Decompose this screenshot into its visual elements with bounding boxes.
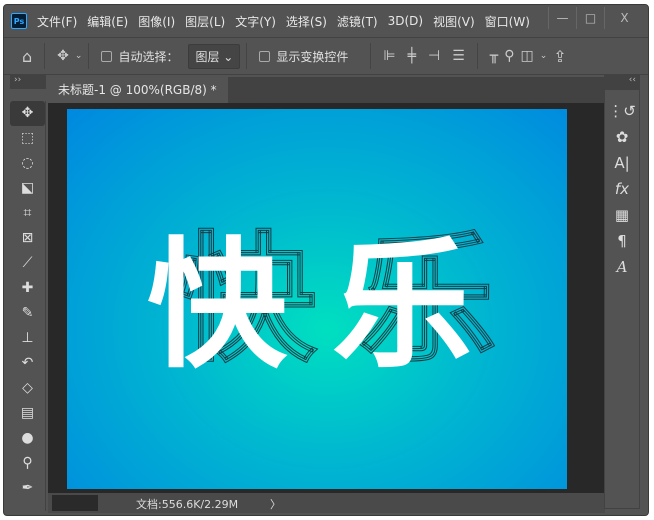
divider <box>370 43 372 69</box>
chevron-down-icon[interactable]: ⌄ <box>540 51 548 61</box>
fx-icon[interactable]: fx <box>605 176 639 202</box>
blur-tool-icon[interactable]: ● <box>10 426 45 451</box>
status-arrow[interactable]: 〉 <box>270 496 281 512</box>
move-tool-icon[interactable]: ✥ <box>10 101 45 126</box>
align-center-icon[interactable]: ╪ <box>408 48 416 64</box>
paragraph-icon[interactable]: ¶ <box>605 228 639 254</box>
options-bar: ⌂ ✥ ⌄ 自动选择： 图层 ⌄ 显示变换控件 ⊫ ╪ ⊣ ☰ ╥ ⚲ ◫ ⌄ … <box>4 37 648 75</box>
share-icon[interactable]: ⇪ <box>553 47 566 66</box>
auto-select-checkbox[interactable] <box>101 50 113 62</box>
canvas-area[interactable]: 快 乐 快 乐 <box>48 103 605 493</box>
zoom-field[interactable] <box>52 495 98 511</box>
history-brush-tool-icon[interactable]: ↶ <box>10 351 45 376</box>
layer-select-value: 图层 <box>195 49 220 64</box>
object-select-tool-icon[interactable]: ⬕ <box>10 176 45 201</box>
photoshop-window: Ps 文件(F) 编辑(E) 图像(I) 图层(L) 文字(Y) 选择(S) 滤… <box>3 4 649 516</box>
character-icon[interactable]: A| <box>605 150 639 176</box>
healing-tool-icon[interactable]: ✚ <box>10 276 45 301</box>
dodge-tool-icon[interactable]: ⚲ <box>10 451 45 476</box>
menu-image[interactable]: 图像(I) <box>138 13 175 30</box>
menu-view[interactable]: 视图(V) <box>433 13 475 30</box>
distribute-icon[interactable]: ☰ <box>452 48 465 64</box>
doc-info[interactable]: 文档:556.6K/2.29M <box>136 496 238 512</box>
layer-select-dropdown[interactable]: 图层 ⌄ <box>188 43 241 69</box>
status-bar: 文档:556.6K/2.29M 〉 <box>48 493 605 513</box>
left-collapse[interactable]: ›› <box>10 75 46 89</box>
divider <box>246 43 248 69</box>
right-panel-dock: ⋮↺ ✿ A| fx ▦ ¶ A <box>604 89 640 509</box>
eyedropper-tool-icon[interactable]: ⟋ <box>10 251 45 276</box>
move-tool-icon[interactable]: ✥ <box>57 48 69 64</box>
align-left-icon[interactable]: ⊫ <box>383 48 395 64</box>
swatches-icon[interactable]: ▦ <box>605 202 639 228</box>
gradient-tool-icon[interactable]: ▤ <box>10 401 45 426</box>
tab-title: 未标题-1 @ 100%(RGB/8) * <box>58 83 217 97</box>
search-icon[interactable]: ⚲ <box>504 48 514 64</box>
pen-tool-icon[interactable]: ✒ <box>10 476 45 501</box>
marquee-tool-icon[interactable]: ⬚ <box>10 126 45 151</box>
show-transform-label: 显示变换控件 <box>276 49 349 64</box>
chevron-down-icon[interactable]: ⌄ <box>75 51 83 61</box>
tools-panel: ✥ ⬚ ◌ ⬕ ⌗ ⊠ ⟋ ✚ ✎ ⊥ ↶ ◇ ▤ ● ⚲ ✒ <box>10 101 46 511</box>
right-collapse[interactable]: ‹‹ <box>604 75 640 89</box>
menu-file[interactable]: 文件(F) <box>37 13 77 30</box>
maximize-button[interactable]: □ <box>576 7 604 29</box>
show-transform-checkbox[interactable] <box>259 50 271 62</box>
document-tab[interactable]: 未标题-1 @ 100%(RGB/8) * × <box>48 77 228 123</box>
menu-filter[interactable]: 滤镜(T) <box>337 13 378 30</box>
canvas-text: 乐 <box>332 225 473 388</box>
menu-bar: Ps 文件(F) 编辑(E) 图像(I) 图层(L) 文字(Y) 选择(S) 滤… <box>4 5 648 37</box>
menu-3d[interactable]: 3D(D) <box>388 14 423 28</box>
history-icon[interactable]: ⋮↺ <box>605 98 639 124</box>
menu-edit[interactable]: 编辑(E) <box>87 13 128 30</box>
workspace-icon[interactable]: ◫ <box>520 48 533 64</box>
divider <box>476 43 478 69</box>
lasso-tool-icon[interactable]: ◌ <box>10 151 45 176</box>
ps-logo: Ps <box>11 13 27 29</box>
align-top-icon[interactable]: ╥ <box>490 48 498 64</box>
stamp-tool-icon[interactable]: ⊥ <box>10 326 45 351</box>
minimize-button[interactable]: — <box>548 7 576 29</box>
menu-window[interactable]: 窗口(W) <box>485 13 530 30</box>
auto-select-label: 自动选择： <box>118 49 179 64</box>
crop-tool-icon[interactable]: ⌗ <box>10 201 45 226</box>
canvas-image[interactable]: 快 乐 快 乐 <box>67 109 567 489</box>
menu-select[interactable]: 选择(S) <box>286 13 327 30</box>
menu-type[interactable]: 文字(Y) <box>235 13 276 30</box>
close-button[interactable]: X <box>604 7 644 29</box>
canvas-text: 快 <box>147 225 288 388</box>
align-right-icon[interactable]: ⊣ <box>428 48 440 64</box>
brush-tool-icon[interactable]: ✎ <box>10 301 45 326</box>
document-tabs: 未标题-1 @ 100%(RGB/8) * × <box>48 77 605 123</box>
glyphs-icon[interactable]: A <box>605 254 639 280</box>
divider <box>44 43 46 69</box>
eraser-tool-icon[interactable]: ◇ <box>10 376 45 401</box>
menu-layer[interactable]: 图层(L) <box>185 13 225 30</box>
frame-tool-icon[interactable]: ⊠ <box>10 226 45 251</box>
divider <box>88 43 90 69</box>
color-palette-icon[interactable]: ✿ <box>605 124 639 150</box>
home-icon[interactable]: ⌂ <box>22 47 32 66</box>
